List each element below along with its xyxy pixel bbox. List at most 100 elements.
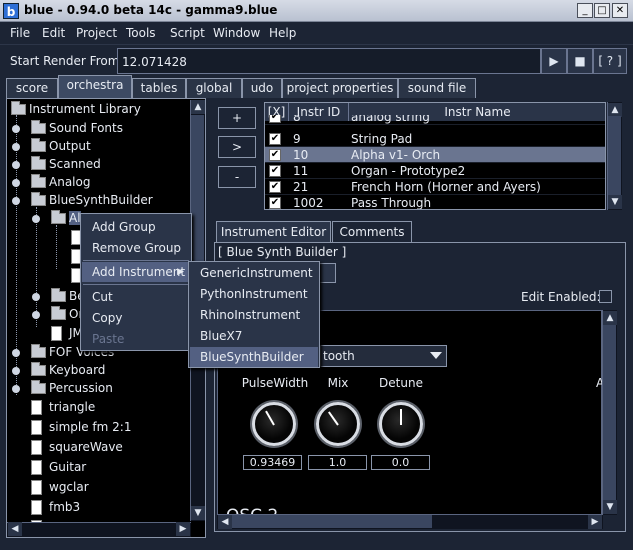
expand-icon[interactable] [12,143,20,151]
menu-tools[interactable]: Tools [126,26,156,40]
waveform-select[interactable]: tooth [320,345,447,367]
instr-id-cell: 11 [293,164,309,178]
play-button[interactable]: ▶ [541,48,567,74]
scroll-down-icon[interactable]: ▼ [608,195,622,209]
enabled-checkbox[interactable]: ✔ [269,149,281,161]
instr-name-cell: French Horn (Horner and Ayers) [351,180,541,194]
scroll-down-icon[interactable]: ▼ [191,506,205,520]
menu-edit[interactable]: Edit [42,26,65,40]
editor-title: [ Blue Synth Builder ] [218,245,347,259]
tree-horizontal-scrollbar[interactable] [7,522,191,537]
tab-sound-file[interactable]: sound file [398,78,476,98]
menu-add-instrument[interactable]: Add Instrument ▶ [82,262,190,282]
expand-icon[interactable] [12,349,20,357]
tab-tables[interactable]: tables [132,78,186,98]
submenu-python-instrument[interactable]: PythonInstrument [190,284,318,304]
instr-id-cell: 9 [293,132,301,146]
tab-score[interactable]: score [6,78,58,98]
scroll-down-icon[interactable]: ▼ [603,500,617,514]
maximize-button[interactable]: □ [594,3,610,18]
tab-project-properties[interactable]: project properties [282,78,398,98]
tree-item-label: Output [49,139,91,153]
knob-value-pulsewidth[interactable]: 0.93469 [243,455,302,470]
add-instrument-button[interactable]: + [218,107,256,129]
enabled-checkbox[interactable]: ✔ [269,133,281,145]
menu-remove-group[interactable]: Remove Group [82,238,190,258]
folder-icon [31,362,46,376]
menu-window[interactable]: Window [213,26,260,40]
scroll-up-icon[interactable]: ▲ [603,311,617,325]
scroll-left-icon[interactable]: ◀ [218,515,232,529]
close-button[interactable]: ✕ [612,3,628,18]
knob-detune[interactable] [379,402,423,446]
minimize-button[interactable]: _ [577,3,593,18]
stop-button[interactable]: ■ [567,48,593,74]
instr-id-cell: 10 [293,148,309,162]
remove-instrument-button[interactable]: - [218,166,256,188]
expand-icon[interactable] [12,385,20,393]
tree-item-label: fmb3 [49,500,81,514]
submenu-bluesynthbuilder[interactable]: BlueSynthBuilder [190,347,318,367]
table-row[interactable]: ✔ 21 French Horn (Horner and Ayers) [265,179,605,195]
dropdown-arrow-icon[interactable] [430,352,442,359]
tree-item-label: Al [69,211,81,225]
menu-script[interactable]: Script [170,26,205,40]
copy-to-library-button[interactable]: > [218,136,256,158]
menu-help[interactable]: Help [269,26,296,40]
stop-icon: ■ [574,54,586,68]
tree-item-label: Keyboard [49,363,106,377]
expand-icon[interactable] [32,215,40,223]
menu-file[interactable]: File [10,26,30,40]
instr-name-cell: Organ - Prototype2 [351,164,466,178]
scroll-up-icon[interactable]: ▲ [608,103,622,117]
enabled-checkbox[interactable]: ✔ [269,165,281,177]
table-scroll-thumb[interactable] [608,116,621,196]
menu-project[interactable]: Project [76,26,117,40]
edit-enabled-checkbox[interactable] [599,290,612,303]
tab-instrument-editor[interactable]: Instrument Editor [216,221,331,243]
enabled-checkbox[interactable]: ✔ [269,197,281,209]
synth-hscroll-thumb[interactable] [232,515,432,528]
scroll-left-icon[interactable]: ◀ [8,522,22,536]
tab-orchestra[interactable]: orchestra [58,75,132,98]
menu-copy[interactable]: Copy [82,308,190,328]
submenu-bluex7[interactable]: BlueX7 [190,326,318,346]
submenu-rhino-instrument[interactable]: RhinoInstrument [190,305,318,325]
tab-global[interactable]: global [186,78,242,98]
menu-add-group[interactable]: Add Group [82,217,190,237]
table-row[interactable]: ✔ 8 analog string [265,115,605,125]
scroll-up-icon[interactable]: ▲ [191,100,205,114]
expand-icon[interactable] [32,311,40,319]
tree-item-label: Sound Fonts [49,121,123,135]
render-start-input[interactable]: 12.071428 [117,48,541,74]
help-button[interactable]: [ ? ] [593,48,627,74]
knob-mix[interactable] [316,402,360,446]
scroll-right-icon[interactable]: ▶ [588,515,602,529]
synth-scroll-thumb[interactable] [603,325,616,500]
knob-pulsewidth[interactable] [252,402,296,446]
expand-icon[interactable] [12,161,20,169]
expand-icon[interactable] [12,179,20,187]
submenu-generic-instrument[interactable]: GenericInstrument [190,263,318,283]
table-row[interactable]: ✔ 11 Organ - Prototype2 [265,163,605,179]
file-icon [31,400,42,415]
scroll-right-icon[interactable]: ▶ [176,522,190,536]
tab-comments[interactable]: Comments [332,221,412,243]
edit-enabled-label: Edit Enabled: [521,290,601,304]
file-icon [31,440,42,455]
knob-value-detune[interactable]: 0.0 [371,455,430,470]
table-row[interactable]: ✔ 1002 Pass Through [265,195,605,209]
expand-icon[interactable] [12,367,20,375]
enabled-checkbox[interactable]: ✔ [269,181,281,193]
menu-cut[interactable]: Cut [82,287,190,307]
enabled-checkbox[interactable]: ✔ [269,115,281,123]
expand-icon[interactable] [32,293,40,301]
table-row[interactable]: ✔ 9 String Pad [265,131,605,147]
knob-value-mix[interactable]: 1.0 [308,455,367,470]
expand-icon[interactable] [12,125,20,133]
tree-item-label: squareWave [49,440,123,454]
table-row-selected[interactable]: ✔ 10 Alpha v1- Orch [265,147,605,163]
tree-root-label: Instrument Library [29,102,141,116]
expand-icon[interactable] [12,197,20,205]
tab-udo[interactable]: udo [242,78,282,98]
